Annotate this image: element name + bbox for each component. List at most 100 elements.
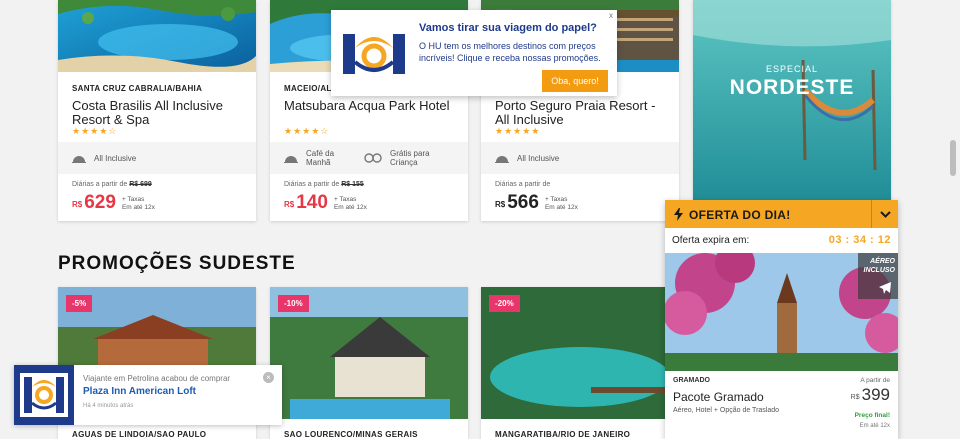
hotel-location: AGUAS DE LINDOIA/SAO PAULO: [72, 430, 207, 439]
offer-price: R$ 399: [851, 386, 890, 403]
offer-location: GRAMADO: [673, 377, 710, 384]
installments-label: Em até 12x: [544, 203, 578, 211]
promo-card[interactable]: -10% SAO LOURENCO/MINAS GERAIS: [270, 287, 468, 439]
cloche-icon: [495, 155, 509, 163]
badge-line2: INCLUSO: [863, 267, 896, 274]
discount-badge: -5%: [66, 295, 93, 312]
hotel-location: MANGARATIBA/RIO DE JANEIRO: [495, 430, 631, 439]
feature-label: Grátis para Criança: [390, 149, 430, 167]
close-icon[interactable]: ×: [263, 372, 274, 383]
section-title: PROMOÇÕES SUDESTE: [58, 253, 296, 274]
hotel-location: SANTA CRUZ CABRALIA/BAHIA: [72, 84, 203, 93]
installments-label: Em até 12x: [859, 423, 890, 429]
price-taxes: + Taxas Em até 12x: [334, 196, 367, 211]
feature-label: All Inclusive: [94, 153, 137, 163]
discount-badge: -20%: [489, 295, 520, 312]
daily-label-text: Diárias a partir de: [284, 181, 340, 188]
hotel-features: Café da Manhã Grátis para Criança: [270, 142, 468, 174]
banner-kicker: ESPECIAL: [765, 64, 819, 74]
discount-badge: -10%: [278, 295, 309, 312]
final-price-label: Preço final!: [854, 412, 890, 419]
popup-heading: Vamos tirar sua viagem do papel?: [419, 22, 597, 34]
cloche-icon: [72, 155, 86, 163]
hotel-location: SAO LOURENCO/MINAS GERAIS: [284, 430, 418, 439]
price-value: 629: [84, 192, 116, 213]
especial-nordeste-banner[interactable]: ESPECIAL NORDESTE: [693, 0, 891, 205]
daily-offer-header[interactable]: OFERTA DO DIA!: [665, 200, 898, 228]
offer-price-value: 399: [861, 385, 890, 404]
feature-label: Café da Manhã: [306, 149, 335, 167]
hotel-title[interactable]: Porto Seguro Praia Resort - All Inclusiv…: [495, 99, 669, 127]
offer-currency: R$: [850, 394, 860, 401]
air-included-badge: AÉREO INCLUSO: [858, 253, 898, 299]
price-currency: R$: [72, 200, 83, 209]
feature-all-inclusive: All Inclusive: [495, 142, 559, 174]
price-value: 566: [507, 192, 539, 213]
taxes-label: + Taxas: [333, 196, 357, 203]
badge-line1: AÉREO: [870, 258, 895, 265]
hotel-features: All Inclusive: [58, 142, 256, 174]
daily-label-text: Diárias a partir de: [72, 181, 128, 188]
old-price: R$ 155: [341, 181, 364, 188]
from-label: A partir de: [860, 377, 890, 384]
hotel-title[interactable]: Matsubara Acqua Park Hotel: [284, 99, 458, 113]
hotel-location: MACEIO/AL: [284, 84, 332, 93]
collapse-button[interactable]: [871, 200, 898, 228]
daily-label: Diárias a partir de R$ 699: [72, 181, 152, 188]
hotel-features: All Inclusive: [481, 142, 679, 174]
popup-cta-button[interactable]: Oba, quero!: [542, 70, 608, 92]
hu-logo-square: [14, 365, 74, 425]
hotel-title[interactable]: Costa Brasilis All Inclusive Resort & Sp…: [72, 99, 246, 127]
taxes-label: + Taxas: [544, 196, 568, 203]
daily-offer-label: OFERTA DO DIA!: [689, 208, 791, 222]
recent-purchase-toast[interactable]: Viajante em Petrolina acabou de comprar …: [14, 365, 282, 425]
star-rating: ★★★★★: [495, 126, 541, 136]
offer-subtitle: Aéreo, Hotel + Opção de Traslado: [673, 407, 780, 414]
daily-label: Diárias a partir de: [495, 181, 550, 188]
price: R$ 140 + Taxas Em até 12x: [284, 193, 367, 212]
installments-label: Em até 12x: [333, 203, 367, 211]
hu-logo: [20, 373, 68, 417]
price-currency: R$: [284, 200, 295, 209]
newsletter-popup: Vamos tirar sua viagem do papel? O HU te…: [331, 10, 617, 96]
old-price: R$ 699: [129, 181, 152, 188]
toast-message: Viajante em Petrolina acabou de comprar: [83, 374, 231, 383]
popup-body: O HU tem os melhores destinos com preços…: [419, 41, 601, 63]
star-rating: ★★★★☆: [284, 126, 330, 136]
daily-label: Diárias a partir de R$ 155: [284, 181, 364, 188]
chevron-down-icon: [879, 210, 891, 218]
promo-card[interactable]: -20% MANGARATIBA/RIO DE JANEIRO: [481, 287, 679, 439]
daily-label-text: Diárias a partir de: [495, 181, 551, 188]
page-scrollbar[interactable]: [946, 0, 960, 439]
scrollbar-thumb[interactable]: [950, 140, 956, 176]
feature-all-inclusive: All Inclusive: [72, 142, 136, 174]
price: R$ 629 + Taxas Em até 12x: [72, 193, 155, 212]
toast-hotel-link[interactable]: Plaza Inn American Loft: [83, 386, 196, 397]
feature-kids-free: Grátis para Criança: [364, 142, 440, 174]
airplane-icon: [879, 282, 891, 294]
lightning-icon: [674, 208, 683, 221]
feature-label: All Inclusive: [517, 153, 560, 163]
price-currency: R$: [495, 200, 506, 209]
close-icon[interactable]: x: [609, 11, 613, 20]
hu-logo: [343, 34, 405, 74]
hotel-photo: [58, 0, 256, 72]
hotel-card[interactable]: SANTA CRUZ CABRALIA/BAHIA Costa Brasilis…: [58, 0, 256, 221]
offer-title[interactable]: Pacote Gramado: [673, 390, 764, 404]
price-taxes: + Taxas Em até 12x: [545, 196, 578, 211]
kids-icon: [364, 153, 382, 163]
taxes-label: + Taxas: [121, 196, 145, 203]
toast-time: Há 4 minutos atrás: [83, 403, 134, 409]
daily-offer-widget: OFERTA DO DIA! Oferta expira em: 03 : 34…: [665, 200, 898, 439]
feature-breakfast: Café da Manhã: [284, 142, 346, 174]
banner-title: NORDESTE: [729, 76, 855, 99]
expires-label: Oferta expira em:: [672, 235, 750, 246]
price: R$ 566 + Taxas Em até 12x: [495, 193, 578, 212]
installments-label: Em até 12x: [121, 203, 155, 211]
banner-photo: [693, 0, 891, 205]
price-taxes: + Taxas Em até 12x: [122, 196, 155, 211]
price-value: 140: [296, 192, 328, 213]
star-rating: ★★★★☆: [72, 126, 118, 136]
countdown-timer: 03 : 34 : 12: [828, 234, 891, 246]
cloche-icon: [284, 155, 298, 163]
